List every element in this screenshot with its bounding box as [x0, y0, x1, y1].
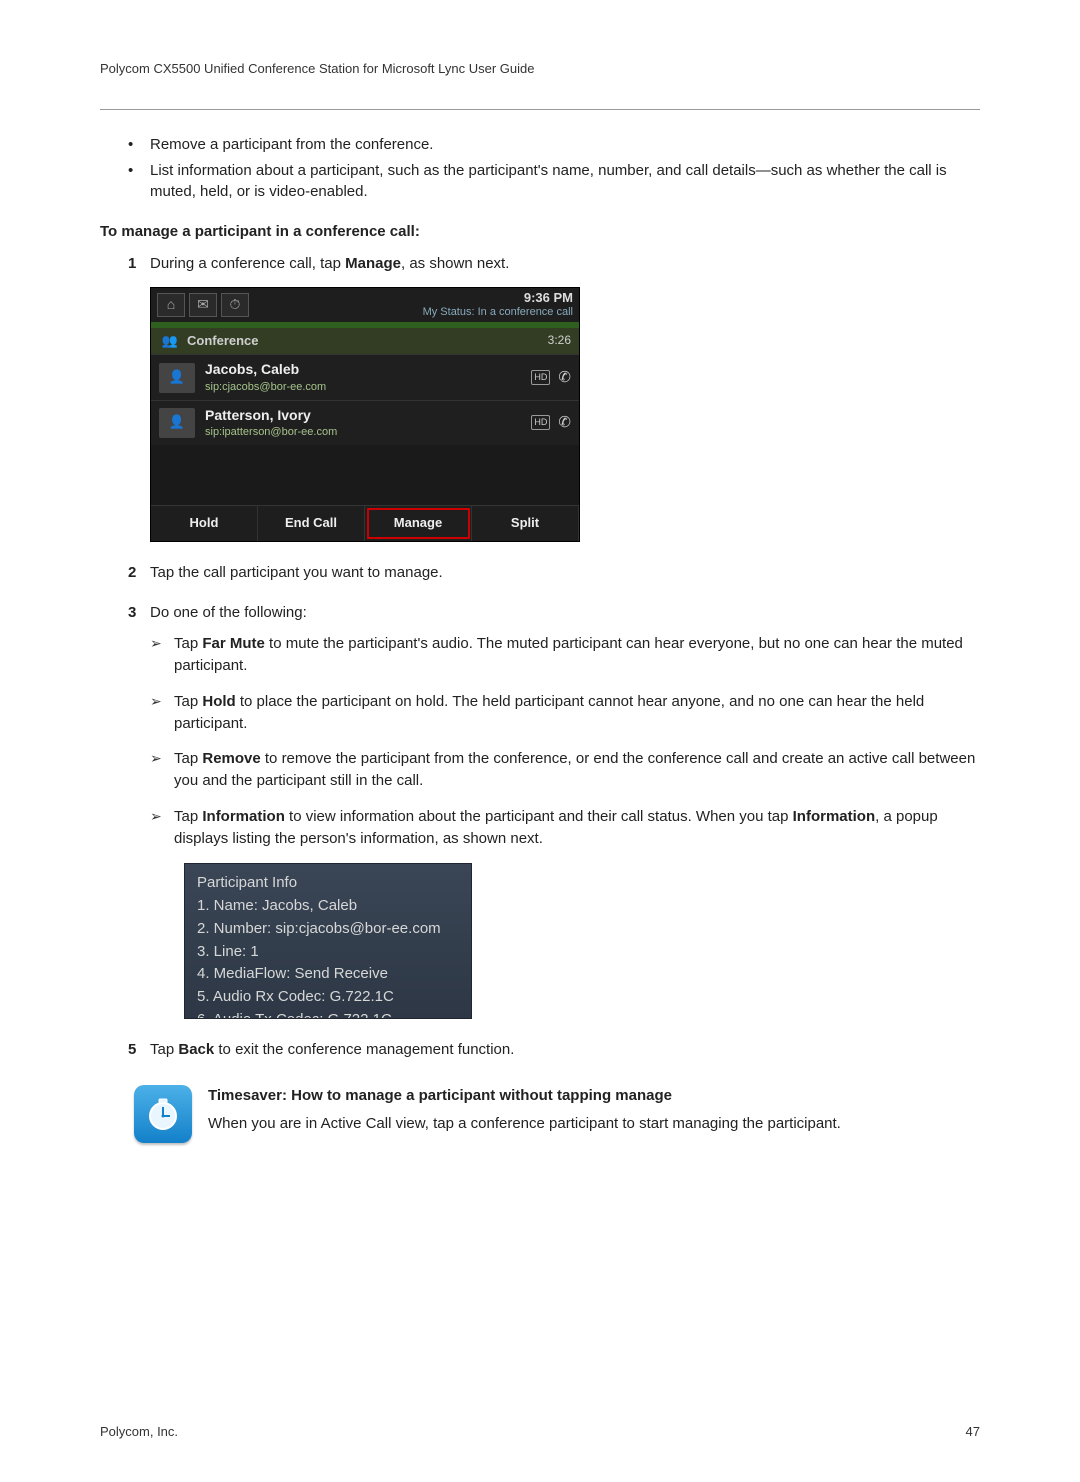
conference-screenshot: ⌂ ✉ ⏱ 9:36 PM My Status: In a conference… — [150, 287, 580, 542]
conference-icon: 👥 — [159, 332, 181, 351]
participant-info-screenshot: Participant Info 1. Name: Jacobs, Caleb … — [184, 863, 472, 1019]
page-footer: Polycom, Inc. 47 — [100, 1423, 980, 1442]
back-bold: Back — [178, 1041, 214, 1058]
intro-bullet: List information about a participant, su… — [128, 160, 980, 204]
info-line: 6. Audio Tx Codec: G.722.1C — [197, 1009, 459, 1020]
clock-icon[interactable]: ⏱ — [221, 293, 249, 317]
remove-bold: Remove — [202, 750, 260, 767]
hd-badge: HD — [531, 370, 550, 385]
arrow-item: Tap Far Mute to mute the participant's a… — [150, 633, 980, 677]
info-line: 5. Audio Rx Codec: G.722.1C — [197, 986, 459, 1008]
arrow-post: to mute the participant's audio. The mut… — [174, 635, 963, 674]
timesaver-callout: Timesaver: How to manage a participant w… — [134, 1085, 980, 1143]
clock-time: 9:36 PM — [423, 291, 573, 306]
manage-button[interactable]: Manage — [365, 506, 472, 541]
timesaver-icon — [134, 1085, 192, 1143]
call-duration: 3:26 — [548, 332, 571, 349]
info-line: 4. MediaFlow: Send Receive — [197, 963, 459, 985]
arrow-post: to place the participant on hold. The he… — [174, 693, 924, 732]
info-line: 3. Line: 1 — [197, 941, 459, 963]
info-line: 2. Number: sip:cjacobs@bor-ee.com — [197, 918, 459, 940]
step3-lead: Do one of the following: — [150, 604, 307, 621]
split-button[interactable]: Split — [472, 506, 579, 541]
avatar-icon: 👤 — [159, 408, 195, 438]
procedure-heading: To manage a participant in a conference … — [100, 221, 980, 243]
arrow-pre: Tap — [174, 693, 202, 710]
arrow-item: Tap Remove to remove the participant fro… — [150, 748, 980, 792]
home-icon[interactable]: ⌂ — [157, 293, 185, 317]
information-bold: Information — [202, 808, 285, 825]
timesaver-body: When you are in Active Call view, tap a … — [208, 1113, 841, 1135]
step-1: During a conference call, tap Manage, as… — [128, 253, 980, 542]
manage-bold: Manage — [345, 255, 401, 272]
participant-address: sip:ipatterson@bor-ee.com — [205, 425, 531, 441]
avatar-icon: 👤 — [159, 363, 195, 393]
phone-icon: ✆ — [558, 367, 571, 389]
status-line: My Status: In a conference call — [423, 306, 573, 319]
conference-title: Conference — [187, 332, 259, 351]
participant-address: sip:cjacobs@bor-ee.com — [205, 380, 531, 396]
step1-pre: During a conference call, tap — [150, 255, 345, 272]
step1-post: , as shown next. — [401, 255, 509, 272]
participant-row[interactable]: 👤 Jacobs, Caleb sip:cjacobs@bor-ee.com H… — [151, 354, 579, 399]
arrow-item: Tap Hold to place the participant on hol… — [150, 691, 980, 735]
arrow-item: Tap Information to view information abou… — [150, 806, 980, 850]
participant-row[interactable]: 👤 Patterson, Ivory sip:ipatterson@bor-ee… — [151, 400, 579, 445]
step5-pre: Tap — [150, 1041, 178, 1058]
step-2: Tap the call participant you want to man… — [128, 562, 980, 584]
step-5: Tap Back to exit the conference manageme… — [128, 1039, 980, 1061]
end-call-button[interactable]: End Call — [258, 506, 365, 541]
doc-header: Polycom CX5500 Unified Conference Statio… — [100, 60, 980, 89]
hd-badge: HD — [531, 415, 550, 430]
intro-bullets: Remove a participant from the conference… — [128, 134, 980, 203]
intro-bullet: Remove a participant from the conference… — [128, 134, 980, 156]
arrow-pre: Tap — [174, 750, 202, 767]
step-3: Do one of the following: Tap Far Mute to… — [128, 602, 980, 1020]
hold-button[interactable]: Hold — [151, 506, 258, 541]
arrow-post: to remove the participant from the confe… — [174, 750, 975, 789]
info-line: Participant Info — [197, 872, 459, 894]
information-bold2: Information — [793, 808, 876, 825]
info-line: 1. Name: Jacobs, Caleb — [197, 895, 459, 917]
step5-post: to exit the conference management functi… — [214, 1041, 514, 1058]
arrow-mid: to view information about the participan… — [285, 808, 793, 825]
header-divider — [100, 109, 980, 110]
footer-company: Polycom, Inc. — [100, 1423, 178, 1442]
participant-name: Patterson, Ivory — [205, 405, 531, 425]
participant-name: Jacobs, Caleb — [205, 359, 531, 379]
footer-page: 47 — [966, 1423, 980, 1442]
phone-icon: ✆ — [558, 412, 571, 434]
envelope-icon[interactable]: ✉ — [189, 293, 217, 317]
hold-bold: Hold — [202, 693, 235, 710]
arrow-pre: Tap — [174, 635, 202, 652]
timesaver-title: Timesaver: How to manage a participant w… — [208, 1085, 841, 1107]
arrow-pre: Tap — [174, 808, 202, 825]
far-mute-bold: Far Mute — [202, 635, 265, 652]
